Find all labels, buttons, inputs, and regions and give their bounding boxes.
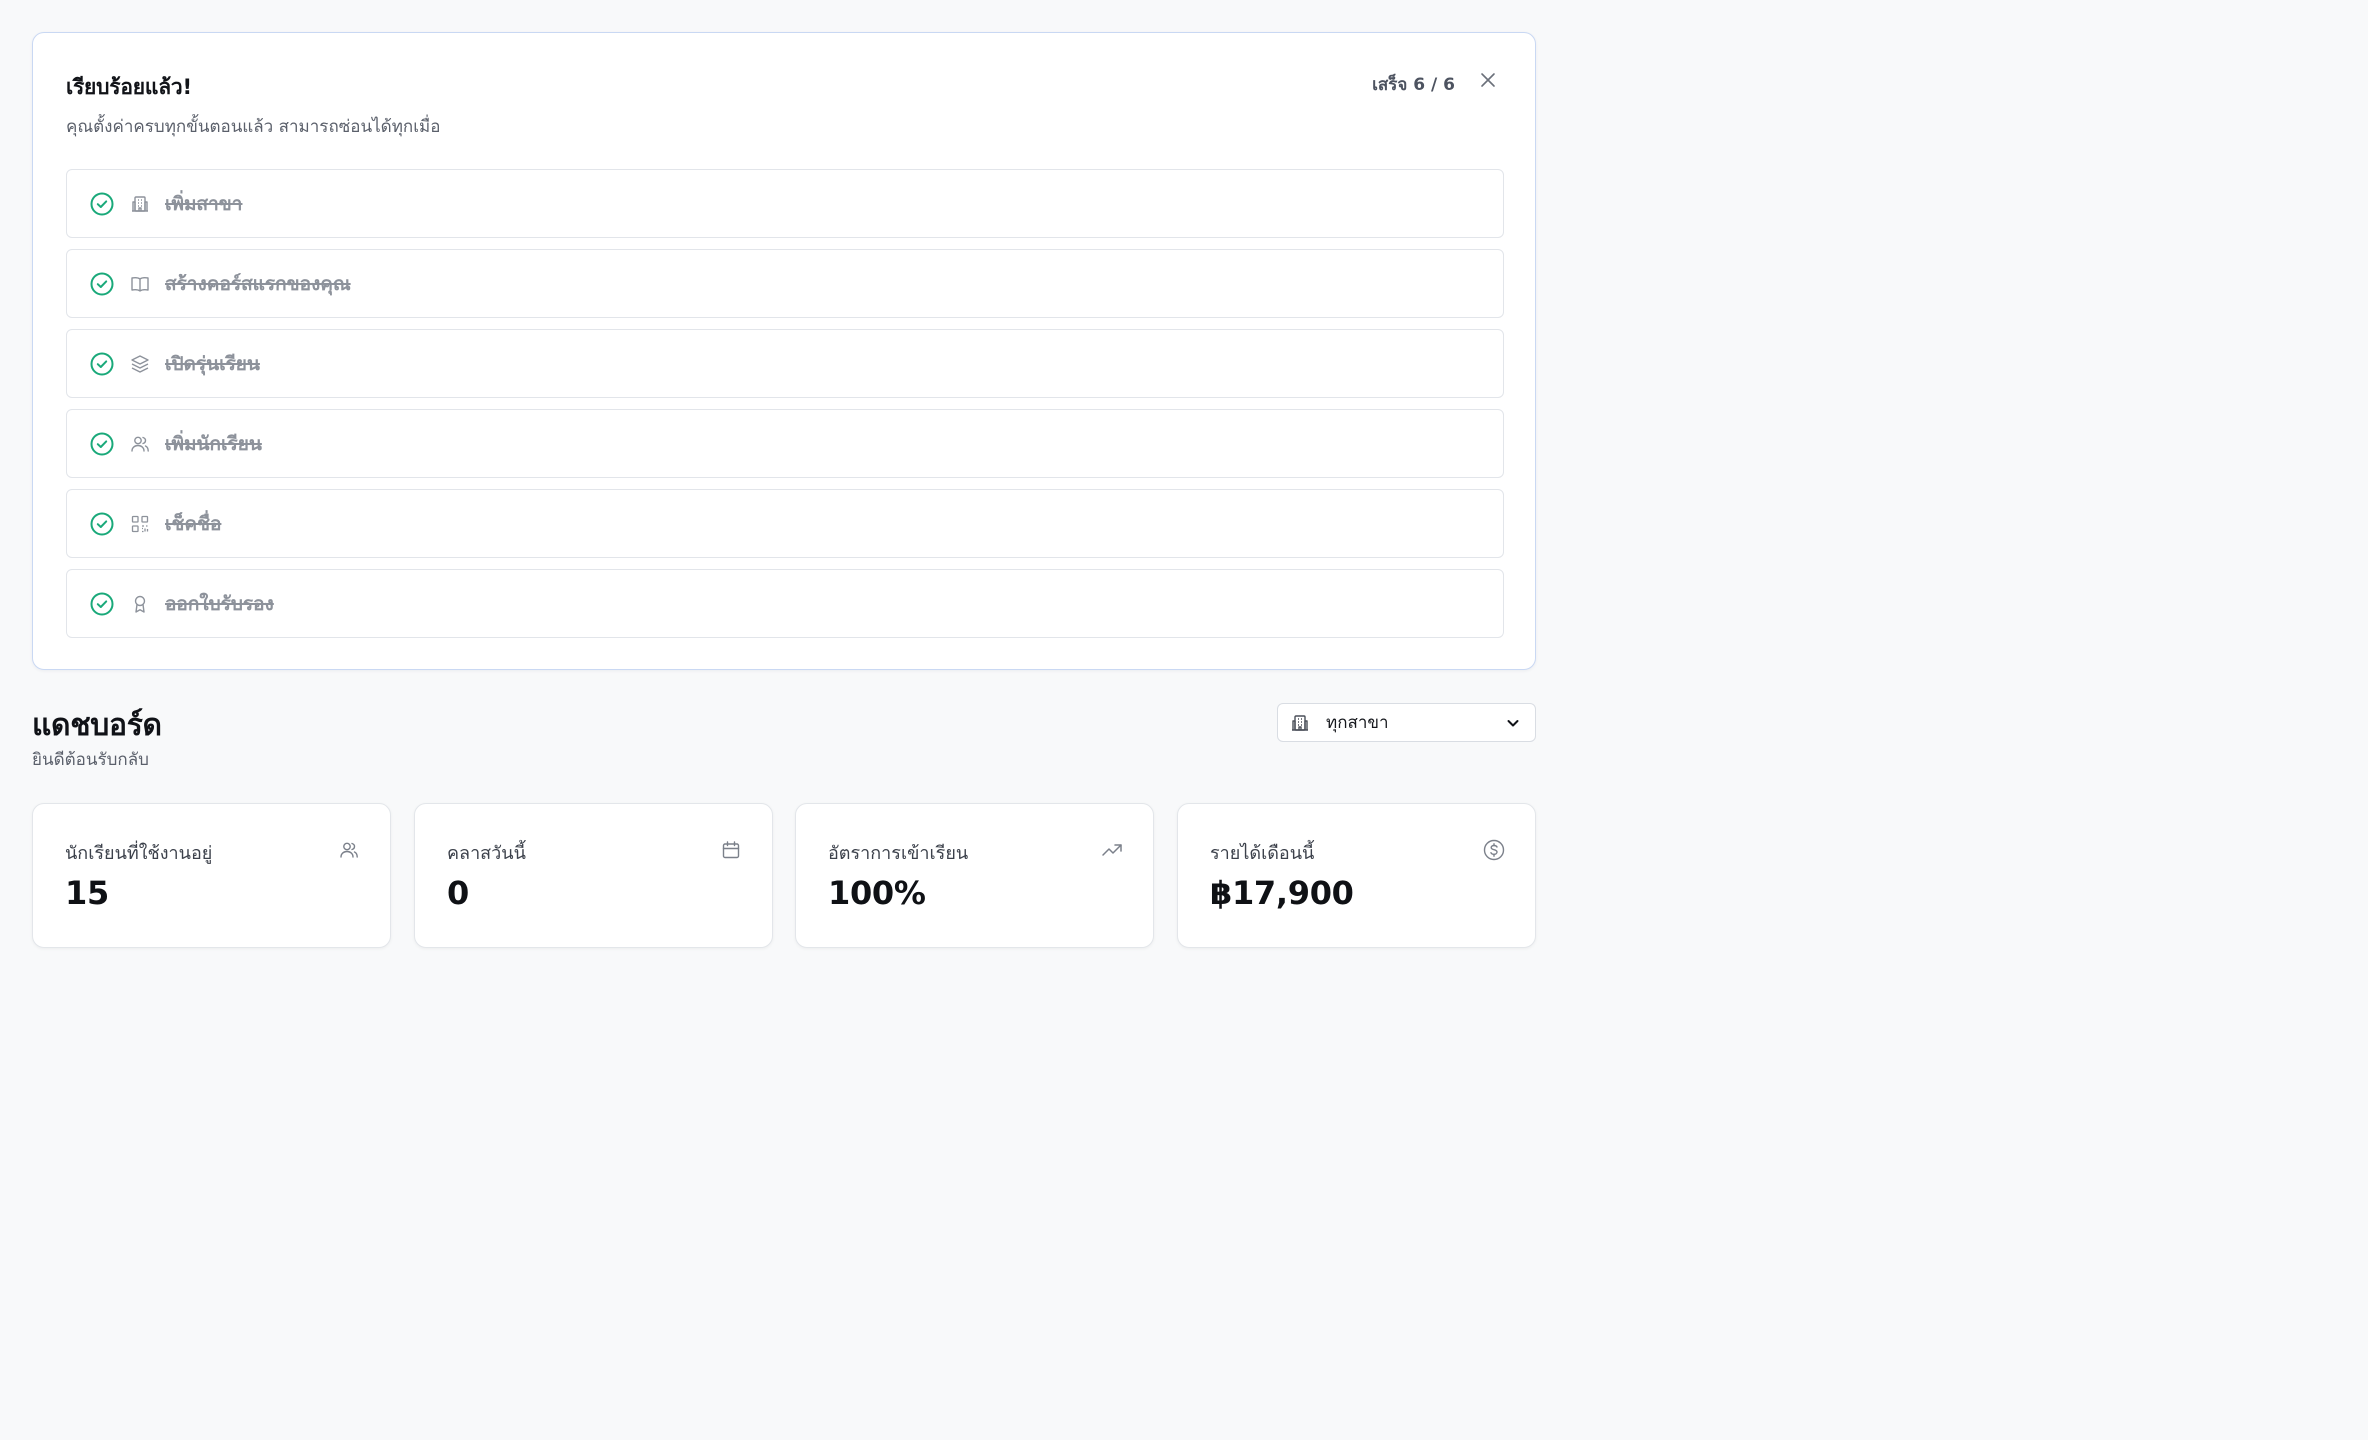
step-label: เพิ่มนักเรียน (165, 432, 262, 455)
onboarding-title: เรียบร้อยแล้ว! (66, 75, 192, 99)
check-circle-icon (89, 511, 115, 537)
stat-card-attendance-rate: อัตราการเข้าเรียน 100% (795, 803, 1154, 948)
step-label: ออกใบรับรอง (165, 592, 274, 615)
step-add-branch[interactable]: เพิ่มสาขา (66, 169, 1504, 238)
users-icon (338, 839, 360, 861)
step-create-course[interactable]: สร้างคอร์สแรกของคุณ (66, 249, 1504, 318)
users-icon (129, 433, 151, 455)
calendar-icon (720, 839, 742, 861)
step-label: เช็คชื่อ (165, 512, 222, 535)
stat-card-monthly-revenue: รายได้เดือนนี้ ฿17,900 (1177, 803, 1536, 948)
stat-card-active-students: นักเรียนที่ใช้งานอยู่ 15 (32, 803, 391, 948)
check-circle-icon (89, 431, 115, 457)
page-subtitle: ยินดีต้อนรับกลับ (32, 750, 149, 770)
stat-value: 100% (828, 874, 926, 912)
stat-title: อัตราการเข้าเรียน (828, 843, 969, 864)
onboarding-subtitle: คุณตั้งค่าครบทุกขั้นตอนแล้ว สามารถซ่อนได… (66, 117, 441, 137)
step-check-attendance[interactable]: เช็คชื่อ (66, 489, 1504, 558)
stat-value: 0 (447, 874, 469, 912)
award-icon (129, 593, 151, 615)
stat-title: รายได้เดือนนี้ (1210, 843, 1315, 864)
step-issue-certificate[interactable]: ออกใบรับรอง (66, 569, 1504, 638)
check-circle-icon (89, 191, 115, 217)
step-add-students[interactable]: เพิ่มนักเรียน (66, 409, 1504, 478)
check-circle-icon (89, 271, 115, 297)
chevron-down-icon (1505, 715, 1521, 731)
stat-value: 15 (65, 874, 109, 912)
stat-title: คลาสวันนี้ (447, 843, 526, 864)
branch-select-value: ทุกสาขา (1326, 713, 1389, 733)
page-title: แดชบอร์ด (32, 708, 162, 743)
book-open-icon (129, 273, 151, 295)
step-label: สร้างคอร์สแรกของคุณ (165, 272, 351, 295)
layers-icon (129, 353, 151, 375)
stat-title: นักเรียนที่ใช้งานอยู่ (65, 843, 213, 864)
step-open-batch[interactable]: เปิดรุ่นเรียน (66, 329, 1504, 398)
onboarding-card: เรียบร้อยแล้ว! คุณตั้งค่าครบทุกขั้นตอนแล… (32, 32, 1536, 670)
step-label: เปิดรุ่นเรียน (165, 352, 260, 375)
step-label: เพิ่มสาขา (165, 192, 243, 215)
dollar-circle-icon (1483, 839, 1505, 861)
building-icon (129, 193, 151, 215)
qr-code-icon (129, 513, 151, 535)
close-icon[interactable] (1477, 69, 1499, 91)
trending-up-icon (1101, 839, 1123, 861)
check-circle-icon (89, 351, 115, 377)
stat-value: ฿17,900 (1210, 874, 1354, 912)
onboarding-progress: เสร็จ 6 / 6 (1372, 75, 1455, 95)
branch-select[interactable]: ทุกสาขา (1277, 703, 1536, 742)
building-icon (1290, 713, 1310, 733)
stat-card-classes-today: คลาสวันนี้ 0 (414, 803, 773, 948)
check-circle-icon (89, 591, 115, 617)
onboarding-steps: เพิ่มสาขา สร้างคอร์สแรกของคุณ เปิดรุ่นเร… (66, 169, 1504, 649)
